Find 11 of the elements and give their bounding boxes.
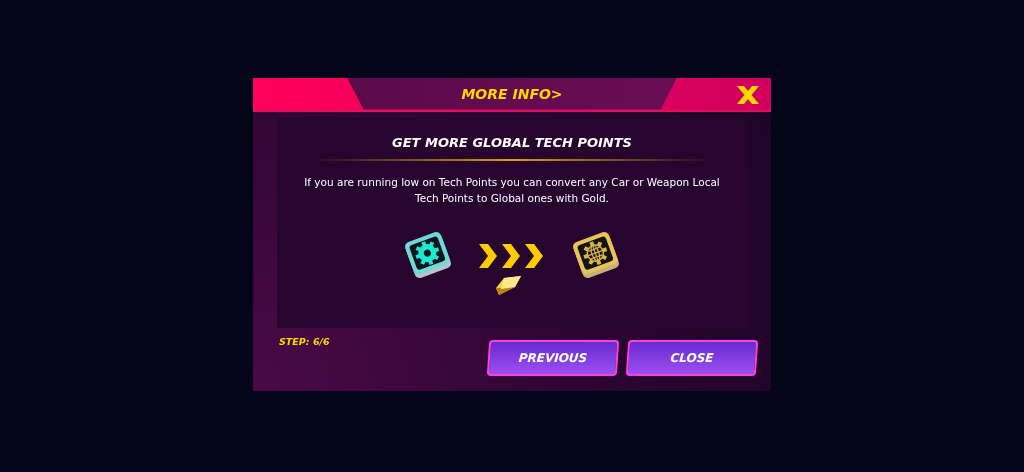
globe-chip-icon (571, 229, 621, 280)
chevrons-icon (479, 243, 545, 268)
description: If you are running low on Tech Points you can convert any Car or Weapon Local Tech Points to Global ones with Gold. (303, 174, 721, 206)
ingot-icon (493, 273, 523, 296)
dialog-button[interactable]: PREVIOUS (486, 339, 620, 376)
step-counter: STEP: 6/6 (279, 335, 330, 349)
gear-chip-icon (403, 229, 453, 280)
close-icon[interactable] (735, 84, 761, 105)
heading: GET MORE GLOBAL TECH POINTS (392, 134, 632, 150)
dialog-button[interactable]: CLOSE (625, 339, 759, 376)
dialog-title: MORE INFO> (461, 85, 563, 102)
